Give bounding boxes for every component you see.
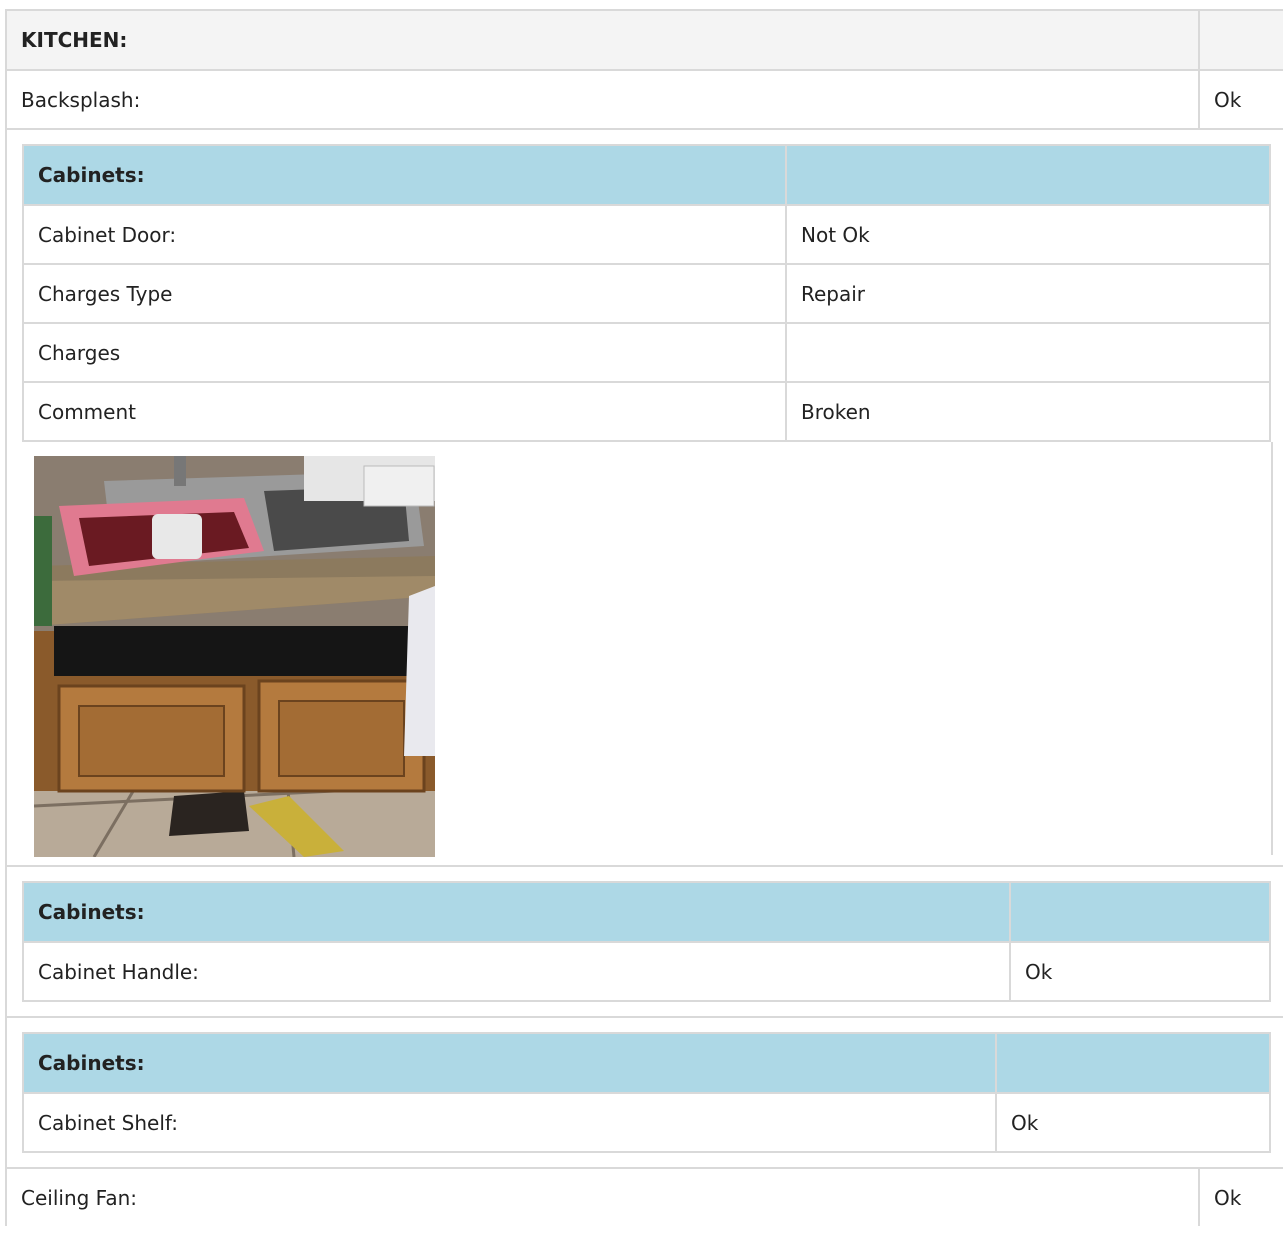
row-label: Charges Type (38, 281, 173, 306)
section-heading: Cabinets: (38, 163, 145, 187)
section-header-value-cell (995, 1034, 1269, 1092)
kitchen-header-value-cell (1198, 11, 1283, 69)
section-heading: Cabinets: (38, 900, 145, 924)
table-row: Ceiling Fan: Ok (7, 1167, 1283, 1226)
photo-cell (22, 442, 1273, 857)
row-value: Not Ok (785, 206, 1269, 263)
section-header-row: Cabinets: (24, 146, 1269, 204)
inspection-table: KITCHEN: Backsplash: Ok Cabinets: Cabine… (5, 9, 1283, 1226)
row-label: Cabinet Handle: (38, 959, 199, 984)
section-header-row: Cabinets: (24, 1034, 1269, 1092)
section-header-row: Cabinets: (24, 883, 1269, 941)
row-value: Ok (1198, 1169, 1283, 1226)
cabinet-handle-table: Cabinets: Cabinet Handle: Ok (22, 881, 1271, 1002)
row-label: Backsplash: (21, 87, 141, 112)
kitchen-title: KITCHEN: (21, 28, 128, 52)
cabinet-shelf-section: Cabinets: Cabinet Shelf: Ok (7, 1016, 1283, 1167)
cabinet-damage-photo[interactable] (34, 456, 435, 857)
section-header-value-cell (1009, 883, 1269, 941)
row-label: Ceiling Fan: (21, 1185, 138, 1210)
cabinet-door-section: Cabinets: Cabinet Door: Not Ok Charges T… (7, 128, 1283, 865)
kitchen-header-row: KITCHEN: (7, 9, 1283, 69)
cabinet-shelf-table: Cabinets: Cabinet Shelf: Ok (22, 1032, 1271, 1153)
cabinet-handle-section: Cabinets: Cabinet Handle: Ok (7, 865, 1283, 1016)
cabinet-door-table: Cabinets: Cabinet Door: Not Ok Charges T… (22, 144, 1271, 442)
table-row: Backsplash: Ok (7, 69, 1283, 128)
row-value: Ok (995, 1094, 1269, 1151)
row-value: Repair (785, 265, 1269, 322)
table-row: Charges Type Repair (24, 263, 1269, 322)
table-row: Cabinet Handle: Ok (24, 941, 1269, 1000)
row-value (785, 324, 1269, 381)
row-value: Ok (1009, 943, 1269, 1000)
row-label: Comment (38, 399, 136, 424)
section-heading: Cabinets: (38, 1051, 145, 1075)
table-row: Cabinet Door: Not Ok (24, 204, 1269, 263)
row-label: Cabinet Door: (38, 222, 177, 247)
row-label: Charges (38, 340, 121, 365)
table-row: Comment Broken (24, 381, 1269, 440)
section-header-value-cell (785, 146, 1269, 204)
row-label: Cabinet Shelf: (38, 1110, 178, 1135)
row-value: Broken (785, 383, 1269, 440)
row-value: Ok (1198, 71, 1283, 128)
table-row: Charges (24, 322, 1269, 381)
table-row: Cabinet Shelf: Ok (24, 1092, 1269, 1151)
